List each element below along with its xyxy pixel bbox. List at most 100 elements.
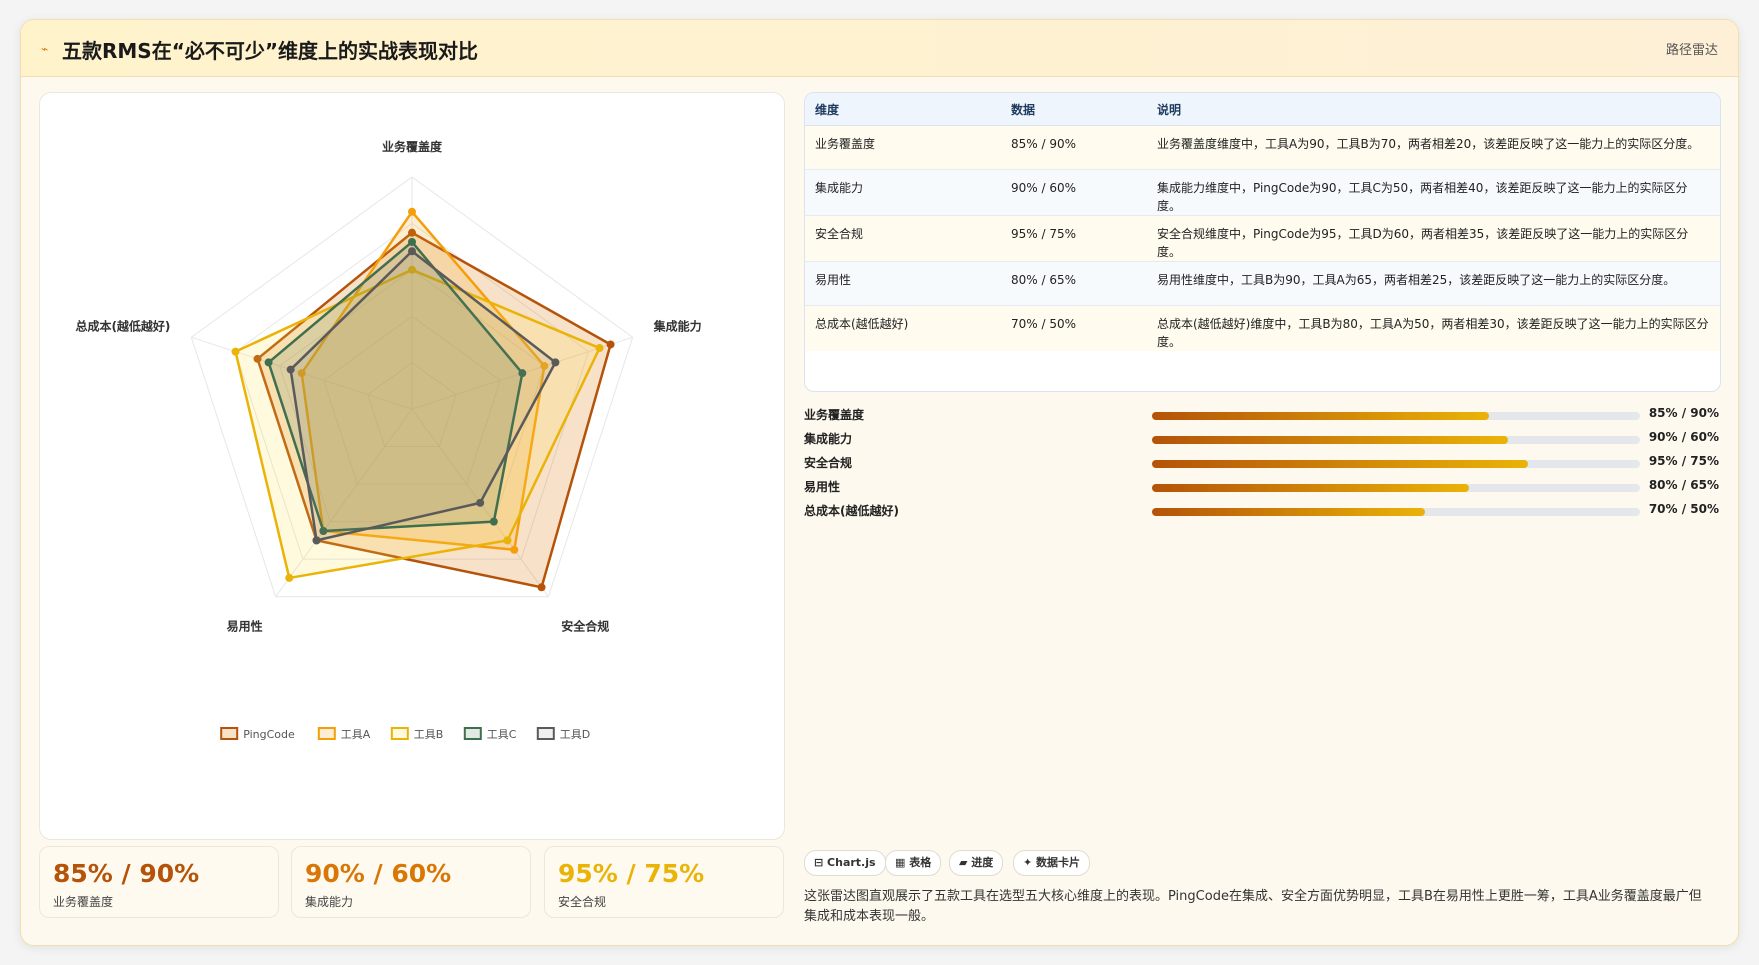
data-point xyxy=(595,344,604,353)
progress-track xyxy=(1152,484,1640,492)
chart-type-tag: 路径雷达 xyxy=(1665,43,1718,58)
legend-label: 工具B xyxy=(414,728,444,741)
progress-value: 95% / 75% xyxy=(1648,454,1719,468)
row-description: 集成能力维度中，PingCode为90，工具C为50，两者相差40，该差距反映了… xyxy=(1147,169,1720,216)
row-dimension: 集成能力 xyxy=(805,169,1001,216)
axis-label: 易用性 xyxy=(227,618,263,633)
legend-swatch xyxy=(463,727,482,740)
chart-icon: ⌁ xyxy=(41,42,49,56)
progress-label: 总成本(越低越好) xyxy=(804,504,899,518)
chip-table[interactable]: ▦ 表格 xyxy=(885,850,942,876)
column-header-data: 数据 xyxy=(1001,93,1147,126)
table-header-row: 维度 数据 说明 xyxy=(805,93,1720,126)
progress-value: 70% / 50% xyxy=(1648,502,1719,516)
page-title: 五款RMS在“必不可少”维度上的实战表现对比 xyxy=(62,39,478,63)
row-data: 90% / 60% xyxy=(1001,169,1147,216)
kpi-label: 业务覆盖度 xyxy=(53,895,114,909)
legend-swatch xyxy=(390,727,409,740)
progress-list: 业务覆盖度 85% / 90% 集成能力 90% / 60% 安全合规 95% … xyxy=(804,403,1719,523)
data-point xyxy=(537,583,546,592)
legend-label: 工具D xyxy=(560,728,590,741)
legend-label: 工具C xyxy=(487,728,517,741)
progress-track xyxy=(1152,436,1640,444)
progress-fill xyxy=(1152,460,1528,468)
data-point xyxy=(606,340,615,349)
kpi-label: 安全合规 xyxy=(558,895,607,909)
data-point xyxy=(503,536,512,545)
row-dimension: 总成本(越低越好) xyxy=(805,305,1001,351)
legend-label: 工具A xyxy=(341,728,371,741)
axis-label: 总成本(越低越好) xyxy=(75,319,170,334)
table-row: 易用性 80% / 65% 易用性维度中，工具B为90，工具A为65，两者相差2… xyxy=(805,261,1720,306)
data-point xyxy=(408,247,416,256)
row-data: 95% / 75% xyxy=(1001,215,1147,262)
progress-label: 业务覆盖度 xyxy=(804,408,865,422)
progress-value: 85% / 90% xyxy=(1648,406,1719,420)
row-data: 80% / 65% xyxy=(1001,261,1147,306)
row-description: 安全合规维度中，PingCode为95，工具D为60，两者相差35，该差距反映了… xyxy=(1147,215,1720,262)
data-point xyxy=(489,517,498,526)
row-data: 70% / 50% xyxy=(1001,305,1147,351)
progress-value: 80% / 65% xyxy=(1648,478,1719,492)
axis-label: 集成能力 xyxy=(653,319,702,334)
progress-label: 集成能力 xyxy=(804,432,853,446)
data-point xyxy=(408,237,416,246)
progress-fill xyxy=(1152,508,1426,516)
legend-swatch xyxy=(536,727,555,740)
row-description: 总成本(越低越好)维度中，工具B为80，工具A为50，两者相差30，该差距反映了… xyxy=(1147,305,1720,351)
progress-fill xyxy=(1152,484,1470,492)
kpi-card-coverage: 85% / 90% 业务覆盖度 xyxy=(39,846,279,918)
progress-fill xyxy=(1152,436,1509,444)
progress-row: 易用性 80% / 65% xyxy=(804,475,1719,499)
progress-row: 业务覆盖度 85% / 90% xyxy=(804,403,1719,427)
kpi-label: 集成能力 xyxy=(305,895,354,909)
data-point xyxy=(476,498,485,507)
legend-swatch xyxy=(317,727,336,740)
progress-track xyxy=(1152,412,1640,420)
data-point xyxy=(312,536,321,545)
row-description: 易用性维度中，工具B为90，工具A为65，两者相差25，该差距反映了这一能力上的… xyxy=(1147,261,1720,306)
data-point xyxy=(285,573,294,582)
chip-progress[interactable]: ▰ 进度 xyxy=(949,850,1004,876)
table-row: 集成能力 90% / 60% 集成能力维度中，PingCode为90，工具C为5… xyxy=(805,169,1720,216)
chip-chartjs[interactable]: ⊟ Chart.js xyxy=(804,850,886,876)
table-row: 安全合规 95% / 75% 安全合规维度中，PingCode为95，工具D为6… xyxy=(805,215,1720,262)
kpi-value: 95% / 75% xyxy=(558,859,705,888)
radar-chart: 业务覆盖度集成能力安全合规 易用性 总成本(越低越好) PingCode 工具A 工具B 工… xyxy=(75,139,702,741)
legend-label: PingCode xyxy=(243,728,295,741)
axis-label: 安全合规 xyxy=(561,618,609,633)
column-header-description: 说明 xyxy=(1147,93,1720,126)
row-dimension: 安全合规 xyxy=(805,215,1001,262)
column-header-dimension: 维度 xyxy=(805,93,1001,126)
progress-track xyxy=(1152,460,1640,468)
table-row: 业务覆盖度 85% / 90% 业务覆盖度维度中，工具A为90，工具B为70，两… xyxy=(805,125,1720,170)
main-card: ⌁ 五款RMS在“必不可少”维度上的实战表现对比 路径雷达 业务覆盖度 集成能力安… xyxy=(20,19,1739,946)
legend-swatch xyxy=(220,727,239,740)
kpi-card-integration: 90% / 60% 集成能力 xyxy=(291,846,531,918)
chip-data-card[interactable]: ✦ 数据卡片 xyxy=(1013,850,1091,876)
row-dimension: 业务覆盖度 xyxy=(805,125,1001,170)
data-point xyxy=(286,365,295,374)
progress-fill xyxy=(1152,412,1489,420)
summary-text: 这张雷达图直观展示了五款工具在选型五大核心维度上的表现。PingCode在集成、… xyxy=(804,889,1702,924)
kpi-card-security: 95% / 75% 安全合规 xyxy=(544,846,784,918)
progress-row: 集成能力 90% / 60% xyxy=(804,427,1719,451)
comparison-table: 维度 数据 说明 业务覆盖度 85% / 90% 业务覆盖度维度中，工具A为90… xyxy=(804,92,1721,392)
card-header: ⌁ 五款RMS在“必不可少”维度上的实战表现对比 路径雷达 xyxy=(21,20,1738,77)
data-point xyxy=(231,347,240,356)
table-row: 总成本(越低越好) 70% / 50% 总成本(越低越好)维度中，工具B为80，… xyxy=(805,305,1720,351)
progress-value: 90% / 60% xyxy=(1648,430,1719,444)
progress-row: 安全合规 95% / 75% xyxy=(804,451,1719,475)
progress-label: 安全合规 xyxy=(804,456,853,470)
progress-label: 易用性 xyxy=(804,480,841,494)
progress-row: 总成本(越低越好) 70% / 50% xyxy=(804,499,1719,523)
data-point xyxy=(408,207,416,216)
row-description: 业务覆盖度维度中，工具A为90，工具B为70，两者相差20，该差距反映了这一能力… xyxy=(1147,125,1720,170)
data-point xyxy=(551,358,560,367)
row-dimension: 易用性 xyxy=(805,261,1001,306)
data-point xyxy=(510,545,519,554)
axis-label: 业务覆盖度 xyxy=(382,139,443,154)
radar-chart-panel: 业务覆盖度集成能力安全合规 易用性 总成本(越低越好) PingCode 工具A 工具B 工… xyxy=(39,92,785,840)
data-point xyxy=(264,358,273,367)
row-data: 85% / 90% xyxy=(1001,125,1147,170)
